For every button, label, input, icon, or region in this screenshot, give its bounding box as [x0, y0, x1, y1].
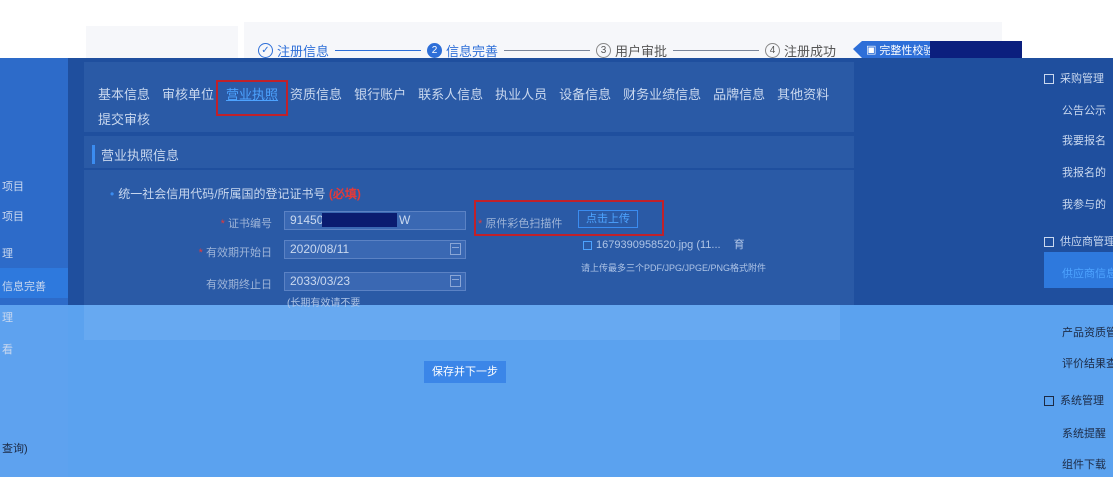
cert-no-prefix: 91450	[290, 213, 324, 227]
tab-equipment[interactable]: 设备信息	[559, 85, 611, 105]
calendar-icon[interactable]	[450, 275, 461, 287]
right-nav-item[interactable]: 公告公示	[1062, 102, 1106, 118]
step-number: 3	[596, 42, 612, 58]
left-nav-item[interactable]: 看	[2, 341, 13, 357]
right-nav-group[interactable]: 供应商管理	[1044, 233, 1113, 249]
tab-basic-info[interactable]: 基本信息	[98, 85, 150, 105]
form-panel-bottom	[84, 305, 840, 340]
bullet-icon: •	[110, 187, 115, 201]
step-label: 信息完善	[446, 43, 499, 59]
step-number: 4	[765, 42, 781, 58]
tab-audit-unit[interactable]: 审核单位	[162, 85, 214, 105]
tab-bar: 基本信息 审核单位 营业执照 资质信息 银行账户 联系人信息 执业人员 设备信息…	[98, 85, 838, 105]
uploaded-file[interactable]: 1679390958520.jpg (11... 育	[583, 236, 745, 252]
required-star: *	[198, 247, 206, 259]
long-term-note: (长期有效请不要	[287, 298, 361, 309]
image-file-icon	[583, 240, 592, 250]
tab-practitioners[interactable]: 执业人员	[495, 85, 547, 105]
tab-qualification[interactable]: 资质信息	[290, 85, 342, 105]
left-nav-item[interactable]: 项目	[2, 178, 24, 194]
integrity-check-button[interactable]: ▣ 完整性校验	[852, 41, 939, 58]
file-action[interactable]: 育	[734, 239, 745, 251]
step-label: 注册信息	[277, 43, 330, 59]
document-icon	[1044, 237, 1054, 248]
step-number: 2	[427, 42, 443, 58]
start-date-label: * 有效期开始日	[176, 244, 272, 260]
step-connector	[504, 49, 591, 51]
right-nav-group[interactable]: 采购管理	[1044, 70, 1104, 86]
check-icon: ▣	[866, 43, 877, 56]
right-nav-item[interactable]: 组件下载（	[1062, 456, 1113, 472]
start-date-value: 2020/08/11	[290, 242, 350, 256]
upload-hint: 请上传最多三个PDF/JPG/JPGE/PNG格式附件	[581, 263, 767, 273]
save-next-button[interactable]: 保存并下一步	[424, 361, 506, 383]
section-header-panel	[84, 136, 854, 168]
cert-no-label: * 证书编号	[176, 215, 272, 231]
end-date-input[interactable]: 2033/03/23	[284, 272, 466, 291]
right-nav-item-active[interactable]: 供应商信息	[1062, 265, 1113, 281]
left-nav-item-active[interactable]: 信息完善	[2, 278, 46, 294]
step-1: ✓ 注册信息	[258, 41, 329, 60]
required-star: *	[220, 218, 228, 230]
right-nav-group-label: 采购管理	[1060, 73, 1104, 85]
file-name: 1679390958520.jpg (11...	[596, 239, 721, 251]
calendar-icon	[1044, 74, 1054, 85]
left-nav-item[interactable]: 项目	[2, 208, 24, 224]
step-connector	[673, 49, 760, 51]
left-nav-item[interactable]: 查询)	[2, 440, 28, 456]
cert-no-label-text: 证书编号	[228, 218, 272, 230]
right-nav-item[interactable]: 产品资质管理	[1062, 324, 1113, 340]
step-2: 2 信息完善	[427, 41, 498, 60]
calendar-icon[interactable]	[450, 243, 461, 255]
credit-code-heading: • 统一社会信用代码/所属国的登记证书号 (必填)	[110, 185, 361, 202]
masked-region	[930, 41, 1022, 58]
step-check-icon: ✓	[258, 42, 273, 58]
left-nav-item[interactable]: 理	[2, 245, 13, 261]
tab-contacts[interactable]: 联系人信息	[418, 85, 483, 105]
breadcrumb-card	[86, 26, 238, 58]
cert-no-suffix: W	[399, 213, 411, 227]
right-nav-item[interactable]: 评价结果查询	[1062, 355, 1113, 371]
step-4: 4 注册成功	[765, 41, 836, 60]
right-nav-group-label: 供应商管理	[1060, 236, 1113, 248]
right-nav-item[interactable]: 系统提醒	[1062, 425, 1106, 441]
monitor-icon	[1044, 396, 1054, 407]
masked-text	[322, 213, 397, 227]
tab-submit-review[interactable]: 提交审核	[98, 109, 150, 128]
start-date-label-text: 有效期开始日	[206, 247, 272, 259]
step-label: 注册成功	[784, 43, 837, 59]
tab-brand[interactable]: 品牌信息	[713, 85, 765, 105]
highlight-box-upload	[474, 200, 664, 236]
tab-bank-account[interactable]: 银行账户	[354, 85, 406, 105]
step-connector	[335, 49, 422, 51]
end-date-label: 有效期终止日	[176, 276, 272, 292]
start-date-input[interactable]: 2020/08/11	[284, 240, 466, 259]
tab-finance[interactable]: 财务业绩信息	[623, 85, 701, 105]
required-marker: (必填)	[328, 187, 361, 201]
step-label: 用户审批	[615, 43, 668, 59]
highlight-box-tab	[216, 80, 288, 116]
right-nav-item[interactable]: 我参与的	[1062, 196, 1106, 212]
left-nav-item[interactable]: 理	[2, 309, 13, 325]
right-nav-item[interactable]: 我报名的	[1062, 164, 1106, 180]
right-nav-group[interactable]: 系统管理	[1044, 392, 1104, 408]
step-3: 3 用户审批	[596, 41, 667, 60]
integrity-check-label: 完整性校验	[879, 43, 935, 57]
end-date-label-text: 有效期终止日	[206, 279, 272, 291]
tab-other[interactable]: 其他资料	[777, 85, 829, 105]
right-nav-group-label: 系统管理	[1060, 395, 1104, 407]
credit-code-title: 统一社会信用代码/所属国的登记证书号	[118, 187, 326, 201]
end-date-value: 2033/03/23	[290, 274, 351, 288]
right-nav-item[interactable]: 我要报名	[1062, 132, 1106, 148]
section-title: 营业执照信息	[92, 145, 179, 164]
